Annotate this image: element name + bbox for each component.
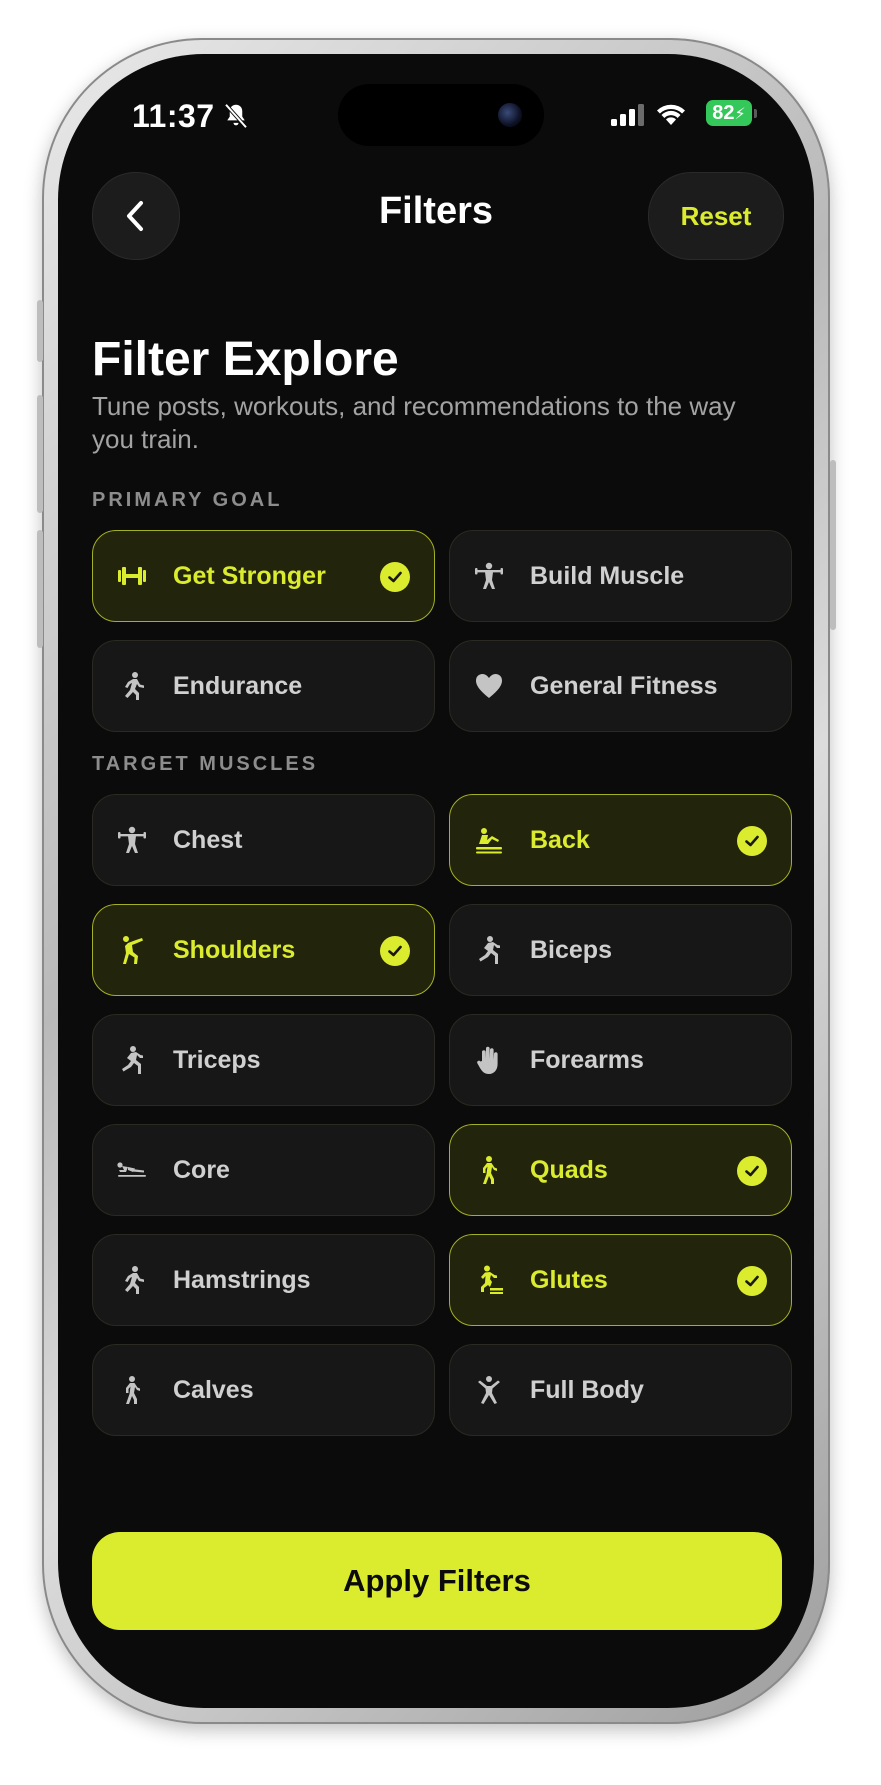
muscle-chip-core[interactable]: Core <box>92 1124 435 1216</box>
chip-label: Calves <box>173 1375 254 1404</box>
page-subtitle: Tune posts, workouts, and recommendation… <box>92 391 736 454</box>
chip-label: General Fitness <box>530 671 718 700</box>
page-title: Filter Explore <box>92 333 399 386</box>
muscle-chip-calves[interactable]: Calves <box>92 1344 435 1436</box>
action-button <box>37 300 43 362</box>
muscle-chip-hamstrings[interactable]: Hamstrings <box>92 1234 435 1326</box>
battery-nub <box>754 109 757 118</box>
walker-icon <box>472 1153 506 1187</box>
goal-chip-endurance[interactable]: Endurance <box>92 640 435 732</box>
muscle-chip-back[interactable]: Back <box>449 794 792 886</box>
lunge-icon <box>472 933 506 967</box>
battery-icon: 82⚡ <box>706 100 752 126</box>
dumbbell-icon <box>115 559 149 593</box>
runner-icon <box>115 669 149 703</box>
lunge-icon <box>115 1043 149 1077</box>
arm-raise-icon <box>115 933 149 967</box>
chip-label: Core <box>173 1155 230 1184</box>
plank-icon <box>115 1153 149 1187</box>
chip-label: Forearms <box>530 1045 644 1074</box>
chip-label: Glutes <box>530 1265 608 1294</box>
chip-label: Back <box>530 825 590 854</box>
muscle-chip-full-body[interactable]: Full Body <box>449 1344 792 1436</box>
weightlifter-icon <box>472 559 506 593</box>
checkmark-icon <box>737 1266 767 1296</box>
runner-icon <box>115 1263 149 1297</box>
checkmark-icon <box>737 826 767 856</box>
status-time: 11:37 <box>132 98 215 134</box>
section-label-primary-goal: PRIMARY GOAL <box>92 489 283 511</box>
chip-label: Shoulders <box>173 935 296 964</box>
goal-chip-build-muscle[interactable]: Build Muscle <box>449 530 792 622</box>
volume-down-button <box>37 530 43 648</box>
wifi-icon <box>657 104 685 125</box>
reset-button[interactable]: Reset <box>648 172 784 260</box>
target-muscles-grid: Chest Back Shoulders Biceps Triceps Forearms C… <box>92 794 792 1436</box>
section-label-target-muscles: TARGET MUSCLES <box>92 753 319 775</box>
chip-label: Get Stronger <box>173 561 326 590</box>
primary-goal-grid: Get Stronger Build Muscle Endurance General… <box>92 530 792 732</box>
goal-chip-general-fitness[interactable]: General Fitness <box>449 640 792 732</box>
bell-slash-icon <box>224 103 248 129</box>
chip-label: Full Body <box>530 1375 644 1404</box>
goal-chip-get-stronger[interactable]: Get Stronger <box>92 530 435 622</box>
muscle-chip-biceps[interactable]: Biceps <box>449 904 792 996</box>
chip-label: Quads <box>530 1155 608 1184</box>
volume-up-button <box>37 395 43 513</box>
apply-filters-button[interactable]: Apply Filters <box>92 1532 782 1630</box>
weightlifter-icon <box>115 823 149 857</box>
hand-icon <box>472 1043 506 1077</box>
step-up-icon <box>472 1263 506 1297</box>
star-figure-icon <box>472 1373 506 1407</box>
chip-label: Build Muscle <box>530 561 685 590</box>
power-button <box>830 460 836 630</box>
muscle-chip-shoulders[interactable]: Shoulders <box>92 904 435 996</box>
walker-icon <box>115 1373 149 1407</box>
checkmark-icon <box>737 1156 767 1186</box>
battery-level: 82 <box>712 102 735 124</box>
muscle-chip-quads[interactable]: Quads <box>449 1124 792 1216</box>
muscle-chip-forearms[interactable]: Forearms <box>449 1014 792 1106</box>
chip-label: Biceps <box>530 935 612 964</box>
chip-label: Hamstrings <box>173 1265 311 1294</box>
checkmark-icon <box>380 562 410 592</box>
chip-label: Chest <box>173 825 243 854</box>
muscle-chip-chest[interactable]: Chest <box>92 794 435 886</box>
chip-label: Endurance <box>173 671 303 700</box>
chip-label: Triceps <box>173 1045 261 1074</box>
muscle-chip-glutes[interactable]: Glutes <box>449 1234 792 1326</box>
signal-icon <box>611 104 644 126</box>
checkmark-icon <box>380 936 410 966</box>
rower-icon <box>472 823 506 857</box>
screen: 11:37 82⚡ Filters Reset Filter Explore T… <box>58 54 814 1708</box>
heart-icon <box>472 669 506 703</box>
dynamic-island <box>338 84 544 146</box>
camera-icon <box>498 103 522 127</box>
muscle-chip-triceps[interactable]: Triceps <box>92 1014 435 1106</box>
